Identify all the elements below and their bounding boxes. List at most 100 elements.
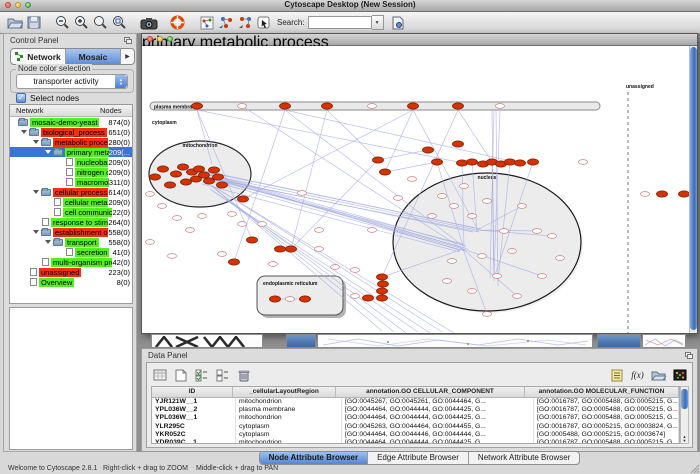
network-node-selected[interactable] [204, 178, 215, 184]
network-node-selected[interactable] [423, 147, 434, 153]
hidden-frame-fragment[interactable] [151, 334, 263, 348]
network-node-selected[interactable] [280, 103, 291, 109]
network-node[interactable] [186, 228, 195, 233]
network-node-selected[interactable] [300, 296, 311, 302]
create-attribute-icon[interactable] [172, 367, 189, 383]
table-row[interactable]: YDR039C__1mitochondrion[GO:0044464, GO:0… [152, 439, 679, 444]
network-node-selected[interactable] [158, 166, 169, 172]
network-node-selected[interactable] [199, 172, 210, 178]
network-node-selected[interactable] [171, 171, 182, 177]
network-node[interactable] [258, 222, 267, 227]
zoom-in-icon[interactable] [72, 13, 91, 32]
network-node-selected[interactable] [505, 159, 516, 165]
table-row[interactable]: YLR295Ccytoplasm[GO:0045263, GO:0044464,… [152, 423, 679, 431]
table-vertical-scrollbar[interactable]: ▲▼ [680, 386, 689, 444]
tab-overflow-icon[interactable]: ▶ [121, 49, 134, 64]
tree-row[interactable]: macromolecule311(0) [10, 177, 132, 187]
create-network-icon[interactable] [197, 13, 216, 32]
import-attributes-icon[interactable] [235, 13, 254, 32]
frame-close-icon[interactable] [147, 36, 153, 42]
float-panel-icon[interactable] [685, 352, 693, 359]
network-node-selected[interactable] [432, 159, 443, 165]
network-node[interactable] [548, 234, 557, 239]
network-node[interactable] [394, 196, 403, 201]
network-node[interactable] [428, 214, 437, 219]
tree-row[interactable]: cellular process614(0) [10, 187, 132, 197]
zoom-window-icon[interactable] [25, 2, 31, 8]
table-row[interactable]: YJR121W__1mitochondrion[GO:0045267, GO:0… [152, 398, 679, 406]
delete-attribute-icon[interactable] [235, 367, 252, 383]
scrollbar-thumb[interactable] [690, 47, 697, 330]
tree-row[interactable]: biological_process651(0) [10, 127, 132, 137]
zoom-selected-icon[interactable] [91, 13, 110, 32]
network-node[interactable] [500, 229, 509, 234]
network-node-selected[interactable] [238, 196, 249, 202]
expand-arrow-icon[interactable] [21, 130, 27, 134]
import-network-icon[interactable] [216, 13, 235, 32]
network-node[interactable] [443, 279, 452, 284]
network-node-selected[interactable] [275, 246, 286, 252]
network-node[interactable] [198, 214, 207, 219]
scrollbar-thumb[interactable] [681, 389, 688, 409]
network-node[interactable] [173, 216, 182, 221]
network-node-selected[interactable] [380, 169, 391, 175]
select-all-attributes-icon[interactable] [193, 367, 210, 383]
network-node[interactable] [533, 229, 542, 234]
vizmapper-icon[interactable] [168, 13, 187, 32]
expand-arrow-icon[interactable] [33, 140, 39, 144]
network-node-selected[interactable] [192, 103, 203, 109]
scrollbar-arrows-icon[interactable]: ▲▼ [681, 435, 688, 443]
network-node[interactable] [269, 262, 278, 267]
tree-row[interactable]: secretion41(0) [10, 247, 132, 257]
minimize-window-icon[interactable] [15, 2, 21, 8]
network-node-selected[interactable] [181, 179, 192, 185]
network-node[interactable] [238, 222, 247, 227]
network-node[interactable] [448, 259, 457, 264]
tree-row[interactable]: unassigned223(0) [10, 267, 132, 277]
network-node-selected[interactable] [453, 141, 464, 147]
table-row[interactable]: YPL036W__2plasma membrane[GO:0044464, GO… [152, 406, 679, 414]
network-node[interactable] [368, 228, 377, 233]
column-id[interactable]: ID [152, 387, 233, 397]
network-node-selected[interactable] [377, 295, 388, 301]
tab-mosaic[interactable]: Mosaic [66, 49, 121, 64]
network-node-selected[interactable] [286, 246, 297, 252]
resize-grip-icon[interactable] [689, 463, 699, 473]
network-node-selected[interactable] [467, 159, 478, 165]
expand-arrow-icon[interactable] [45, 240, 51, 244]
attribute-list-icon[interactable] [608, 367, 625, 383]
unselect-all-attributes-icon[interactable] [214, 367, 231, 383]
select-nodes-checkbox[interactable]: ✓ [16, 93, 26, 103]
column-go-cellular-component[interactable]: annotation.GO CELLULAR_COMPONENT [336, 387, 525, 397]
network-node[interactable] [168, 254, 177, 259]
network-node[interactable] [286, 297, 295, 302]
network-node[interactable] [146, 192, 155, 197]
tree-row[interactable]: nucleobase-209(0) [10, 157, 132, 167]
tree-row[interactable]: primary metabo209(... [10, 147, 132, 157]
network-node[interactable] [641, 192, 650, 197]
network-node[interactable] [556, 256, 565, 261]
tree-row[interactable]: multi-organism pro42(0) [10, 257, 132, 267]
hidden-frame-fragment[interactable] [317, 334, 593, 348]
network-node-selected[interactable] [178, 164, 189, 170]
zoom-out-icon[interactable] [53, 13, 72, 32]
network-node[interactable] [468, 289, 477, 294]
open-icon[interactable] [5, 13, 24, 32]
network-node[interactable] [218, 252, 227, 257]
network-node[interactable] [368, 104, 377, 109]
network-vertical-scrollbar[interactable] [689, 46, 697, 333]
column-cellular-layout-region[interactable]: _cellularLayoutRegion [233, 387, 336, 397]
network-node[interactable] [315, 228, 324, 233]
tab-network[interactable]: Network [11, 49, 66, 64]
network-node[interactable] [450, 204, 459, 209]
attribute-table-header[interactable]: ID _cellularLayoutRegion annotation.GO C… [152, 387, 679, 398]
network-node-selected[interactable] [515, 160, 526, 166]
search-config-icon[interactable] [388, 13, 407, 32]
network-node[interactable] [331, 265, 340, 270]
column-go-molecular-function[interactable]: annotation.GO MOLECULAR_FUNCTION [525, 387, 679, 397]
network-node[interactable] [538, 274, 547, 279]
close-window-icon[interactable] [5, 2, 11, 8]
expand-arrow-icon[interactable] [33, 230, 39, 234]
tree-row[interactable]: Overview8(0) [10, 277, 132, 287]
network-node-selected[interactable] [408, 103, 419, 109]
